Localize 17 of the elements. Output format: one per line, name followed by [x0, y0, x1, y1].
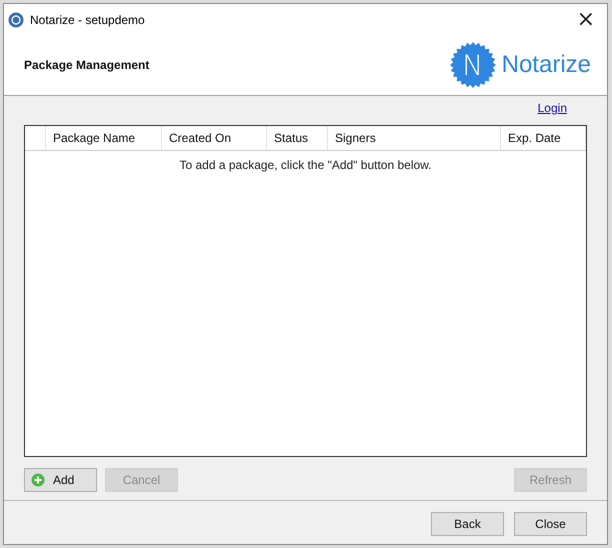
window-title: Notarize - setupdemo [30, 12, 146, 26]
footer-button[interactable]: Back [431, 512, 504, 536]
column-header[interactable]: Signers [328, 126, 501, 150]
footer-button[interactable]: Close [514, 512, 587, 536]
column-header[interactable]: Status [267, 126, 328, 150]
page-title: Package Management [24, 58, 150, 72]
column-header[interactable]: Package Name [46, 126, 162, 150]
app-icon [8, 12, 24, 28]
empty-message: To add a package, click the "Add" button below. [179, 158, 432, 172]
column-header[interactable]: Created On [162, 126, 267, 150]
close-button[interactable]: × [570, 8, 601, 30]
column-header[interactable]: Exp. Date [501, 126, 586, 150]
add-button[interactable]: Add [24, 468, 97, 492]
plus-icon [31, 473, 45, 487]
logo-text: Notarize [502, 51, 591, 79]
login-link[interactable]: Login [538, 101, 567, 119]
logo-badge: N [450, 42, 496, 88]
